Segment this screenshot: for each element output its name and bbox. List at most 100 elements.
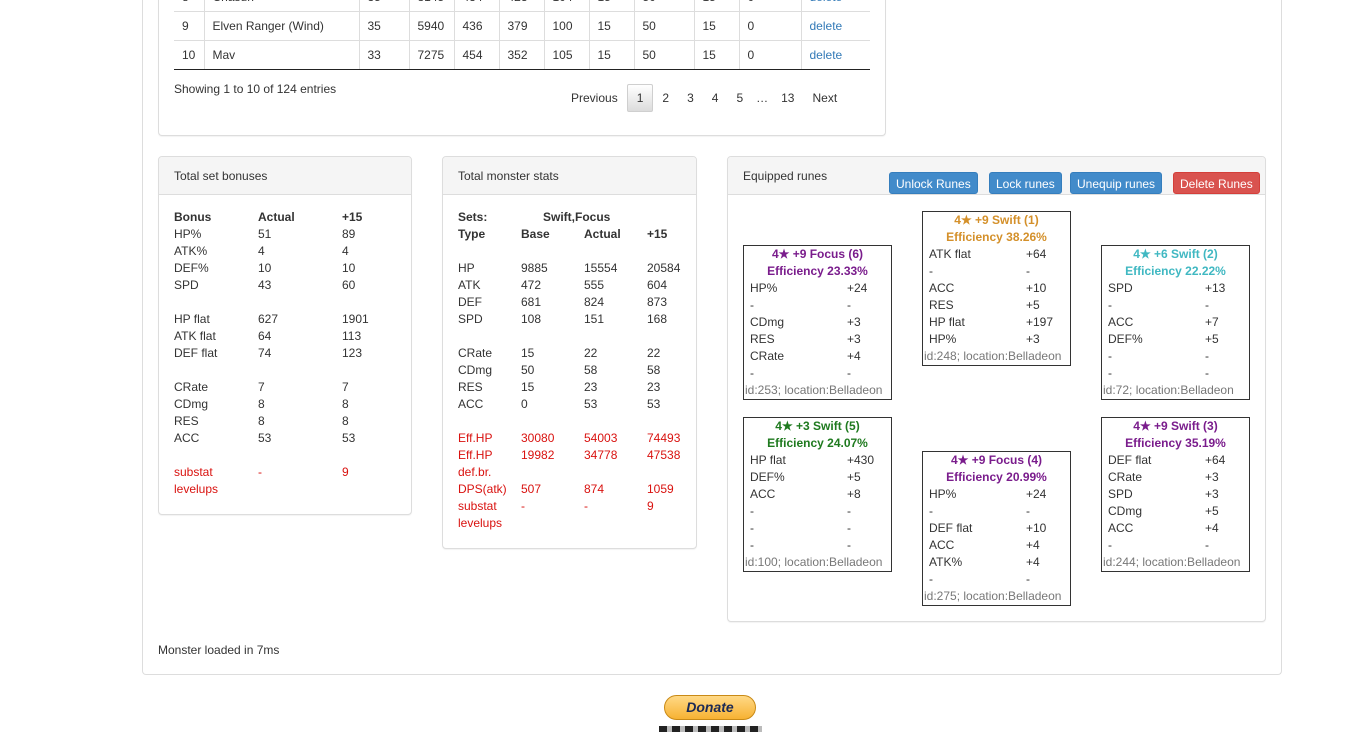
rune-substat-row: HP% +24 <box>744 280 891 297</box>
rune-substat-row: DEF flat +10 <box>923 520 1070 537</box>
rune-stat-value: +10 <box>1026 281 1047 295</box>
stat-cell: 604 <box>647 278 668 292</box>
pager-page-3[interactable]: 3 <box>678 84 703 112</box>
rune-stat-value: - <box>847 366 851 380</box>
rune-substat-row: -- <box>923 263 1070 280</box>
pager-page-4[interactable]: 4 <box>703 84 728 112</box>
rune-efficiency: Efficiency 22.22% <box>1125 264 1226 278</box>
rune-substat-row: HP flat +197 <box>923 314 1070 331</box>
stat-cell: SPD <box>174 278 199 292</box>
stat-cell: 53 <box>584 397 598 411</box>
stat-cell: CRate <box>174 380 209 394</box>
rune-substat-row: -- <box>744 503 891 520</box>
table-cell: 15 <box>588 0 634 12</box>
pager-page-2[interactable]: 2 <box>653 84 678 112</box>
stat-cell: 9 <box>647 499 654 513</box>
rune-stat-value: +3 <box>1026 332 1040 346</box>
stat-cell: 681 <box>521 295 542 309</box>
delete-link[interactable]: delete <box>810 48 843 62</box>
rune-stat-value: +5 <box>1026 298 1040 312</box>
rune-slot-5[interactable]: 4★ +3 Swift (5) Efficiency 24.07% HP flat +… <box>743 417 892 572</box>
stat-cell: 43 <box>258 278 272 292</box>
rune-stat-name: - <box>750 538 754 552</box>
delete-link[interactable]: delete <box>810 19 843 33</box>
rune-stat-name: ACC <box>1108 521 1134 535</box>
rune-stat-value: +3 <box>1205 470 1219 484</box>
stat-row: DEF flat 74 123 <box>174 345 392 362</box>
rune-slot-4[interactable]: 4★ +9 Focus (4) Efficiency 20.99% HP% +24- -… <box>922 451 1071 606</box>
stat-cell: 8 <box>258 414 265 428</box>
stat-row: DEF% 10 10 <box>174 260 392 277</box>
visitor-counter <box>659 726 762 732</box>
rune-stat-value: +64 <box>1026 247 1047 261</box>
rune-substat-row: ATK flat +64 <box>923 246 1070 263</box>
monster-stats-table: Sets: Swift,Focus Type Base Actual +15 HP 9885 1… <box>458 209 697 532</box>
rune-stat-name: RES <box>929 298 954 312</box>
sets-label: Sets: <box>458 210 488 224</box>
table-cell: 104 <box>543 0 589 12</box>
unequip-runes-button[interactable]: Unequip runes <box>1070 172 1163 194</box>
pager-page-1[interactable]: 1 <box>626 84 654 112</box>
pager-page-5[interactable]: 5 <box>727 84 752 112</box>
stat-cell: ACC <box>458 397 484 411</box>
stat-row: ATK% 4 4 <box>174 243 392 260</box>
rune-substat-row: CRate +4 <box>744 348 891 365</box>
pager-next[interactable]: Next <box>803 84 846 112</box>
rune-slot-6[interactable]: 4★ +9 Focus (6) Efficiency 23.33% HP% +24- -… <box>743 245 892 400</box>
stat-row: HP 9885 15554 20584 <box>458 260 697 277</box>
set-bonuses-title: Total set bonuses <box>159 157 411 195</box>
rune-stat-value: - <box>1026 264 1030 278</box>
stat-cell: SPD <box>458 312 483 326</box>
stat-cell: 53 <box>647 397 661 411</box>
rune-efficiency: Efficiency 24.07% <box>767 436 868 450</box>
set-bonuses-table: Bonus Actual +15 HP% 51 89 ATK% 4 4 DEF% 10 10 SPD 43… <box>174 209 392 498</box>
stat-cell: 74493 <box>647 431 681 445</box>
rune-stat-name: CRate <box>1108 470 1143 484</box>
stat-row: CDmg 50 58 58 <box>458 362 697 379</box>
rune-stat-name: DEF flat <box>929 521 973 535</box>
rune-slot-2[interactable]: 4★ +6 Swift (2) Efficiency 22.22% SPD +13- -… <box>1101 245 1250 400</box>
rune-substat-row: -- <box>923 503 1070 520</box>
stat-row: SPD 108 151 168 <box>458 311 697 328</box>
table-cell: Elven Ranger (Wind) <box>203 11 359 41</box>
stat-row: Type Base Actual +15 <box>458 226 697 243</box>
table-cell: 436 <box>453 11 499 41</box>
stat-row: Eff.HP 19982 34778 47538 <box>458 447 697 464</box>
rune-slot-3[interactable]: 4★ +9 Swift (3) Efficiency 35.19% DEF flat… <box>1101 417 1250 572</box>
stat-cell: Eff.HP <box>458 448 493 462</box>
table-cell: 15 <box>588 11 634 41</box>
stat-row: Bonus Actual +15 <box>174 209 392 226</box>
rune-stat-value: +4 <box>1205 521 1219 535</box>
pager-previous[interactable]: Previous <box>562 84 627 112</box>
pager-page-13[interactable]: 13 <box>772 84 803 112</box>
stat-cell: HP <box>458 261 475 275</box>
pager-ellipsis: … <box>756 91 769 105</box>
rune-stat-name: - <box>1108 366 1112 380</box>
rune-stat-value: +24 <box>847 281 868 295</box>
stat-cell: 34778 <box>584 448 618 462</box>
rune-slot-1[interactable]: 4★ +9 Swift (1) Efficiency 38.26% ATK flat… <box>922 211 1071 366</box>
stat-cell: 15 <box>521 380 535 394</box>
rune-stat-name: DEF% <box>750 470 785 484</box>
stat-cell: 15 <box>521 346 535 360</box>
lock-runes-button[interactable]: Lock runes <box>989 172 1062 194</box>
stat-cell: DPS(atk) <box>458 482 507 496</box>
stat-cell: 10 <box>258 261 272 275</box>
row-action-cell: delete <box>800 11 870 41</box>
stat-cell: 0 <box>521 397 528 411</box>
unlock-runes-button[interactable]: Unlock Runes <box>889 172 978 194</box>
levelups-label: levelups <box>174 482 219 496</box>
rune-substat-row: -- <box>744 365 891 382</box>
rune-substat-row: -- <box>744 520 891 537</box>
stat-cell: ATK <box>458 278 481 292</box>
donate-button[interactable]: Donate <box>664 695 756 720</box>
rune-substat-row: ACC +8 <box>744 486 891 503</box>
table-cell: 454 <box>453 40 499 70</box>
monster-table: 8Chasun3581454344231041550150delete9Elve… <box>174 0 870 70</box>
delete-link[interactable]: delete <box>810 0 843 4</box>
delete-runes-button[interactable]: Delete Runes <box>1173 172 1260 194</box>
rune-substat-row: -- <box>1102 365 1249 382</box>
